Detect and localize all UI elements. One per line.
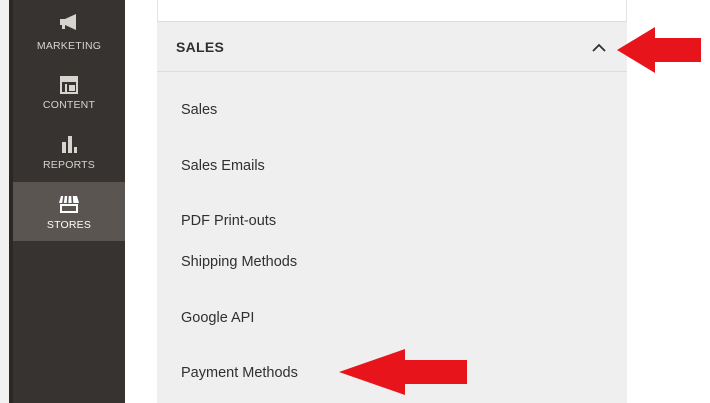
- bar-chart-icon: [13, 135, 125, 153]
- sidebar-item-reports[interactable]: REPORTS: [13, 121, 125, 182]
- red-arrow-icon: [339, 349, 467, 395]
- menu-item-sales-emails[interactable]: Sales Emails: [181, 158, 265, 174]
- megaphone-icon: [13, 14, 125, 30]
- sidebar-item-label: STORES: [46, 219, 92, 231]
- sidebar-item-marketing[interactable]: MARKETING: [13, 0, 125, 61]
- store-icon: [13, 195, 125, 213]
- sidebar-item-label: MARKETING: [36, 40, 102, 52]
- previous-section-edge: [157, 0, 627, 22]
- menu-item-sales[interactable]: Sales: [181, 102, 217, 118]
- sidebar-item-stores[interactable]: STORES: [13, 182, 125, 241]
- sidebar-item-label: REPORTS: [43, 159, 95, 171]
- page-left-edge: [0, 0, 9, 403]
- layout-icon: [13, 76, 125, 94]
- chevron-up-icon[interactable]: [591, 42, 607, 54]
- sidebar-item-label: CONTENT: [42, 99, 96, 111]
- section-title: SALES: [176, 39, 225, 55]
- menu-item-payment-methods[interactable]: Payment Methods: [181, 365, 298, 381]
- red-arrow-icon: [617, 27, 701, 73]
- menu-item-pdf-print-outs[interactable]: PDF Print-outs: [181, 213, 276, 229]
- sidebar-item-content[interactable]: CONTENT: [13, 61, 125, 121]
- menu-item-google-api[interactable]: Google API: [181, 310, 254, 326]
- sales-section-header[interactable]: SALES: [157, 23, 627, 72]
- menu-item-shipping-methods[interactable]: Shipping Methods: [181, 254, 297, 270]
